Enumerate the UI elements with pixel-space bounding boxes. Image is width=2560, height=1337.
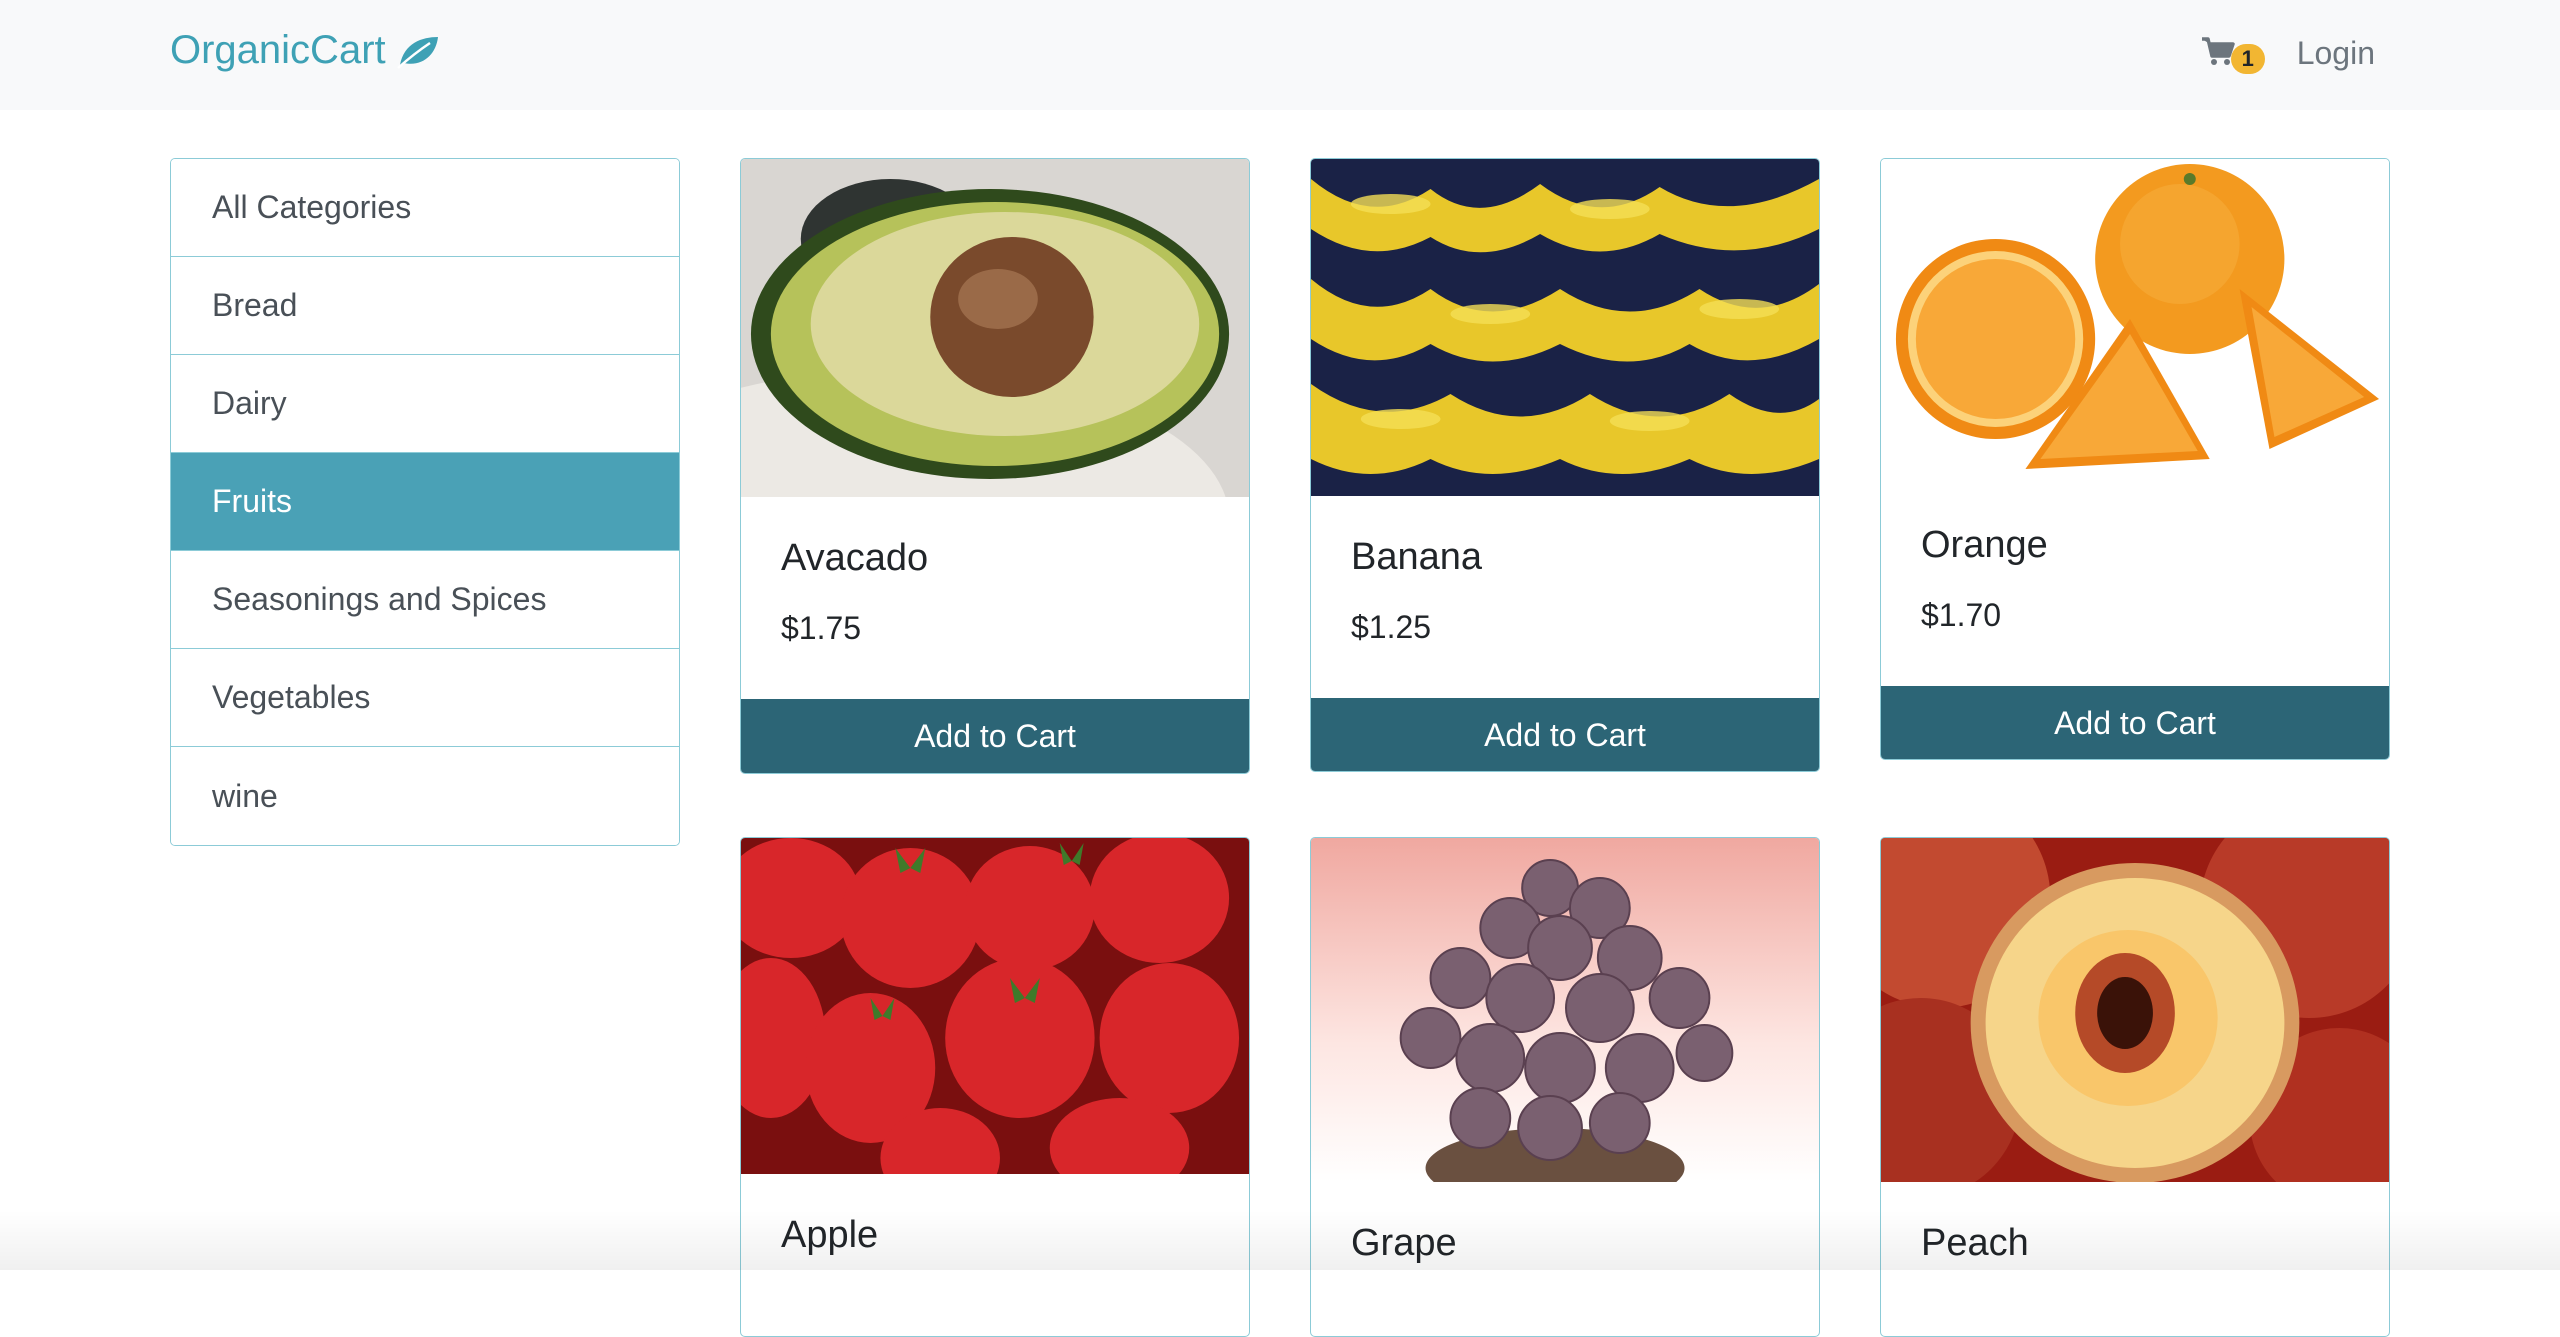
product-price: $1.25 — [1351, 609, 1432, 645]
category-item-vegetables[interactable]: Vegetables — [171, 649, 679, 747]
product-image-apple — [741, 838, 1249, 1174]
product-card: Apple — [740, 837, 1250, 1337]
product-card: Avacado $1.75 Add to Cart — [740, 158, 1250, 774]
category-item-wine[interactable]: wine — [171, 747, 679, 845]
cart-link[interactable]: 1 — [2201, 32, 2265, 74]
product-name: Banana — [1351, 536, 1483, 578]
category-list: All Categories Bread Dairy Fruits Season… — [170, 158, 680, 846]
product-image-avocado — [741, 159, 1249, 497]
product-image-orange — [1881, 159, 2389, 484]
product-name: Grape — [1351, 1222, 1457, 1264]
product-image-banana — [1311, 159, 1819, 496]
login-link[interactable]: Login — [2297, 35, 2375, 72]
product-name: Peach — [1921, 1222, 2029, 1264]
add-to-cart-button[interactable]: Add to Cart — [741, 699, 1249, 773]
product-card: Banana $1.25 Add to Cart — [1310, 158, 1820, 772]
product-image-peach — [1881, 838, 2389, 1182]
navbar: OrganicCart 1 Login — [0, 0, 2560, 110]
leaf-icon — [396, 34, 440, 69]
product-name: Apple — [781, 1214, 879, 1256]
product-card: Peach — [1880, 837, 2390, 1337]
product-price: $1.70 — [1921, 597, 2002, 633]
product-name: Orange — [1921, 524, 2048, 566]
product-image-grape — [1311, 838, 1819, 1182]
product-price: $1.75 — [781, 610, 862, 646]
product-card: Grape — [1310, 837, 1820, 1337]
add-to-cart-button[interactable]: Add to Cart — [1311, 698, 1819, 771]
category-item-dairy[interactable]: Dairy — [171, 355, 679, 453]
category-item-fruits[interactable]: Fruits — [171, 453, 679, 551]
brand-link[interactable]: OrganicCart — [170, 28, 440, 73]
category-item-seasonings[interactable]: Seasonings and Spices — [171, 551, 679, 649]
shopping-cart-icon — [2201, 36, 2235, 71]
category-item-all[interactable]: All Categories — [171, 159, 679, 257]
product-name: Avacado — [781, 537, 929, 579]
nav-right: 1 Login — [2201, 32, 2375, 74]
product-card: Orange $1.70 Add to Cart — [1880, 158, 2390, 760]
cart-count-badge: 1 — [2230, 44, 2265, 74]
brand-name: OrganicCart — [170, 28, 386, 72]
add-to-cart-button[interactable]: Add to Cart — [1881, 686, 2389, 759]
category-item-bread[interactable]: Bread — [171, 257, 679, 355]
